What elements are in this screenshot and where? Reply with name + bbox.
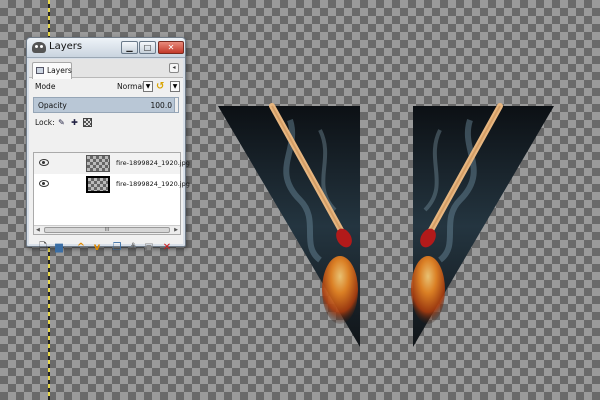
layer-row[interactable]: fire-1899824_1920.jpg [34,174,190,195]
horizontal-scrollbar[interactable]: ◀ III ▶ [34,225,180,234]
layer-name[interactable]: fire-1899824_1920.jpg [116,180,190,188]
scroll-right-icon[interactable]: ▶ [174,226,178,234]
gimp-icon [32,42,46,53]
dialog-title: Layers [49,41,83,52]
layer-name[interactable]: fire-1899824_1920.jpg [116,159,190,167]
lock-row: Lock: ✎ ✚ [29,115,183,131]
eye-icon[interactable] [39,159,49,166]
lock-label: Lock: [35,118,55,127]
opacity-value[interactable]: 100.0 [151,101,172,110]
tab-menu-button[interactable]: ◂ [169,63,179,73]
new-layer-icon[interactable]: 🗋 [37,242,49,254]
lower-layer-icon[interactable]: v [91,242,103,254]
scroll-left-icon[interactable]: ◀ [36,226,40,234]
tab-bar: Layers ◂ [29,59,183,79]
delete-layer-icon[interactable]: ✕ [161,242,173,254]
opacity-slider[interactable]: Opacity 100.0 [33,97,179,113]
layers-dialog: Layers ▁ □ ✕ Layers ◂ Mode Normal ▼ ↺ ▼ … [26,37,190,253]
maximize-button[interactable]: □ [139,41,156,54]
layer-thumbnail[interactable] [86,155,110,172]
tab-layers[interactable]: Layers [32,62,72,79]
lock-pixels-icon[interactable]: ✎ [57,118,66,127]
mode-extra-dropdown-arrow[interactable]: ▼ [170,81,180,92]
left-image-piece [218,103,360,347]
layer-row[interactable]: fire-1899824_1920.jpg [34,153,190,174]
mode-label: Mode [35,82,56,91]
duplicate-layer-icon[interactable]: ❐ [111,242,123,254]
layers-icon [36,67,44,74]
scrollbar-thumb[interactable]: III [44,227,170,233]
layer-list: fire-1899824_1920.jpg fire-1899824_1920.… [33,152,190,235]
lock-alpha-icon[interactable] [83,118,92,127]
dialog-body: Layers ◂ Mode Normal ▼ ↺ ▼ Opacity 100.0… [29,59,190,253]
right-image-piece [411,103,554,347]
close-button[interactable]: ✕ [158,41,184,54]
layer-thumbnail[interactable] [86,176,110,193]
layers-toolbar: 🗋 ▆ ^ v ❐ ⚓ ▣ ✕ [33,240,181,258]
opacity-spinner[interactable] [174,97,179,113]
mode-row: Mode Normal ▼ ↺ ▼ [29,78,183,96]
dialog-titlebar[interactable]: Layers ▁ □ ✕ [27,38,185,58]
minimize-button[interactable]: ▁ [121,41,138,54]
mode-select[interactable]: Normal [117,82,144,91]
anchor-layer-icon[interactable]: ⚓ [127,242,139,254]
eye-icon[interactable] [39,180,49,187]
mode-swap-icon[interactable]: ↺ [156,81,166,92]
lock-position-icon[interactable]: ✚ [70,118,79,127]
raise-layer-icon[interactable]: ^ [75,242,87,254]
opacity-label: Opacity [38,101,67,110]
tab-label: Layers [47,66,72,75]
new-layer-group-icon[interactable]: ▆ [53,242,65,254]
mode-dropdown-arrow[interactable]: ▼ [143,81,153,92]
layer-mask-icon[interactable]: ▣ [143,242,155,254]
